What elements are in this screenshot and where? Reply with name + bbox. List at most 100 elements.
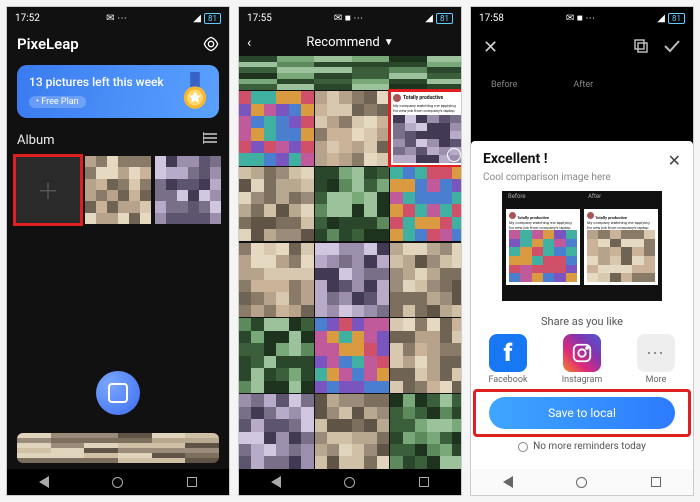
before-label: Before [491, 80, 517, 90]
pixelated-image [17, 433, 219, 463]
reminder-label: No more reminders today [533, 441, 646, 452]
grid-cell[interactable] [315, 91, 390, 166]
back-button[interactable]: ‹ [247, 35, 251, 51]
status-right: ◢ 81 [193, 13, 221, 24]
grid-cell[interactable] [315, 318, 390, 393]
grid-cell[interactable] [239, 243, 314, 318]
compare-card-after: Totally productive My company watching m… [584, 209, 658, 285]
app-title: PixeLeap [17, 35, 79, 53]
share-instagram[interactable]: Instagram [557, 334, 607, 385]
grid-cell[interactable] [315, 167, 390, 242]
after-tag: After [588, 193, 601, 200]
status-bar: 17:55 ✉ ■ ⋯ ◢ 81 [239, 7, 461, 29]
close-button[interactable]: ✕ [483, 37, 498, 58]
before-tag: Before [508, 193, 526, 200]
album-thumbnails: ＋ [7, 152, 229, 228]
grid-cell[interactable] [239, 167, 314, 242]
grid-cell[interactable] [390, 394, 461, 469]
result-topbar: ✕ [471, 29, 693, 66]
nav-recent[interactable] [651, 477, 661, 487]
recommend-header: ‹ Recommend ▼ [239, 29, 461, 56]
list-view-icon[interactable] [203, 132, 219, 148]
share-heading: Share as you like [471, 305, 693, 332]
status-msgs: ✉ ■ ⋯ [334, 13, 363, 24]
header-title[interactable]: Recommend [306, 35, 379, 50]
nav-bar [239, 469, 461, 495]
screen-home: 17:52 ✉ ⋯ ◢ 81 PixeLeap 13 pictures left… [6, 6, 230, 496]
grid-cell[interactable] [315, 394, 390, 469]
share-label: Instagram [562, 375, 603, 385]
save-button-label: Save to local [548, 406, 616, 420]
battery-indicator: 81 [204, 13, 221, 24]
settings-icon[interactable] [203, 36, 219, 52]
grid-cell[interactable] [239, 91, 314, 166]
share-label: Facebook [488, 375, 527, 385]
dropdown-caret-icon[interactable]: ▼ [384, 37, 394, 48]
status-bar: 17:58 ✉ ■ ⋯ ◢ 81 [471, 7, 693, 29]
instagram-icon [563, 334, 601, 372]
status-time: 17:58 [479, 13, 504, 24]
wifi-icon: ◢ [193, 13, 201, 24]
grid-cell-meme[interactable]: Totally productive My company watching m… [390, 91, 461, 166]
nav-back[interactable] [271, 476, 281, 488]
grid-cell[interactable] [239, 318, 314, 393]
recommend-grid: Totally productive My company watching m… [239, 56, 461, 469]
nav-bar [7, 469, 229, 495]
medal-icon [179, 71, 211, 113]
nav-back[interactable] [503, 476, 513, 488]
share-apps: f Facebook Instagram ⋯ More [471, 332, 693, 391]
meme-caption: My company watching me applying for new … [393, 103, 461, 113]
app-header: PixeLeap [7, 29, 229, 59]
promo-banner[interactable]: 13 pictures left this week • Free Plan [17, 65, 219, 118]
before-after-labels: Before After [471, 80, 693, 90]
screen-result: 17:58 ✉ ■ ⋯ ◢ 81 ✕ Before After Excellen… [470, 6, 694, 496]
more-icon: ⋯ [637, 334, 675, 372]
grid-cell[interactable] [390, 243, 461, 318]
sheet-close-button[interactable]: ✕ [668, 151, 681, 170]
status-right: ◢ 81 [425, 13, 453, 24]
grid-cell[interactable] [315, 243, 390, 318]
plan-pill: • Free Plan [29, 96, 86, 108]
nav-bar [471, 469, 693, 495]
status-msgs: ✉ ⋯ [106, 13, 127, 24]
album-label: Album [17, 133, 55, 148]
nav-back[interactable] [39, 476, 49, 488]
status-right: ◢ 81 [657, 13, 685, 24]
facebook-icon: f [489, 334, 527, 372]
status-msgs: ✉ ■ ⋯ [566, 13, 595, 24]
status-bar: 17:52 ✉ ⋯ ◢ 81 [7, 7, 229, 29]
nav-recent[interactable] [419, 477, 429, 487]
compare-card-before: Totally productive My company watching m… [506, 209, 580, 285]
status-time: 17:55 [247, 13, 272, 24]
wifi-icon: ◢ [657, 13, 665, 24]
sheet-subtitle: Cool comparison image here [471, 172, 693, 183]
pixelated-image [85, 156, 151, 224]
album-thumb[interactable] [155, 156, 221, 224]
bottom-ad-strip[interactable] [17, 433, 219, 463]
nav-home[interactable] [344, 477, 355, 488]
nav-recent[interactable] [187, 477, 197, 487]
share-more[interactable]: ⋯ More [631, 334, 681, 385]
confirm-icon[interactable] [663, 38, 681, 57]
add-photo-tile[interactable]: ＋ [15, 156, 81, 224]
nav-home[interactable] [112, 477, 123, 488]
battery-indicator: 81 [436, 13, 453, 24]
share-label: More [646, 375, 667, 385]
save-to-local-button[interactable]: Save to local [489, 397, 675, 429]
meme-user: Totally productive [403, 95, 443, 101]
layers-icon[interactable] [633, 38, 649, 58]
radio-icon[interactable] [518, 442, 528, 452]
play-icon [447, 148, 461, 162]
share-facebook[interactable]: f Facebook [483, 334, 533, 385]
grid-banner[interactable] [239, 56, 461, 90]
scan-button[interactable] [96, 371, 140, 415]
status-time: 17:52 [15, 13, 40, 24]
nav-home[interactable] [576, 477, 587, 488]
grid-cell[interactable] [239, 394, 314, 469]
screen-recommend: 17:55 ✉ ■ ⋯ ◢ 81 ‹ Recommend ▼ Totally p… [238, 6, 462, 496]
grid-cell[interactable] [390, 318, 461, 393]
reminder-row[interactable]: No more reminders today [471, 435, 693, 460]
grid-cell[interactable] [390, 167, 461, 242]
album-thumb[interactable] [85, 156, 151, 224]
album-header: Album [7, 128, 229, 152]
